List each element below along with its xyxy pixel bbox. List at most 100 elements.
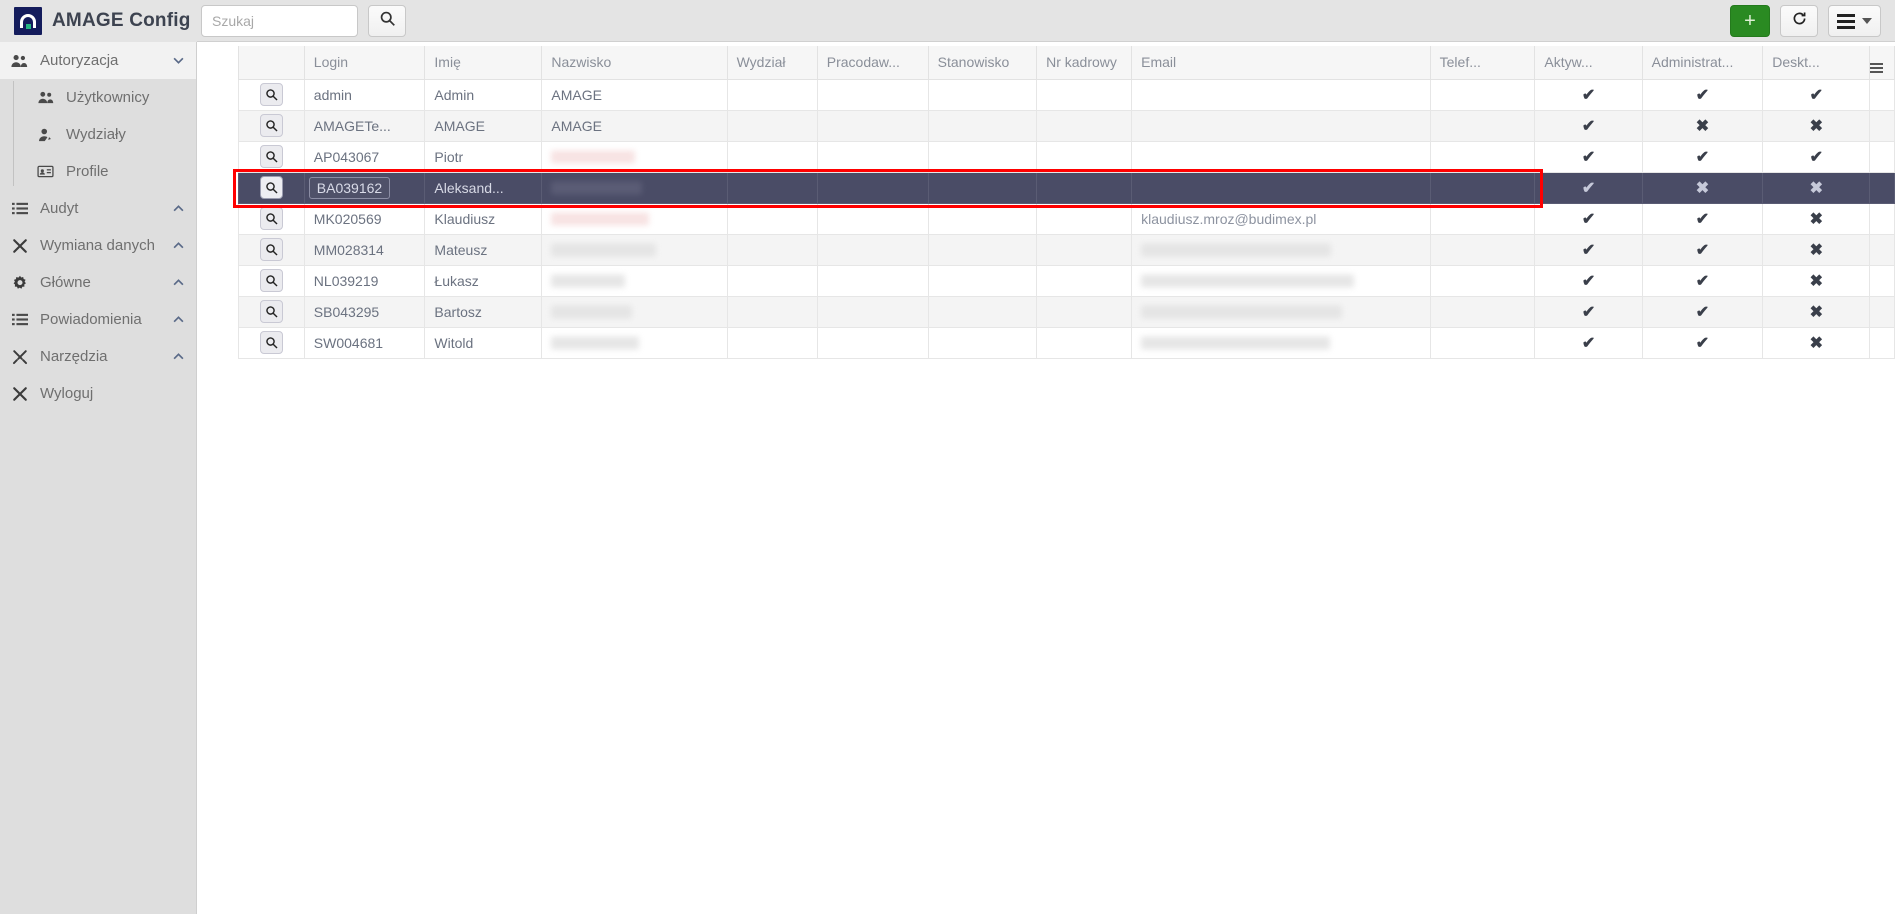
row-detail-cell[interactable]	[239, 110, 305, 141]
cell-administrator: ✔	[1642, 327, 1763, 358]
table-row[interactable]: SB043295Bartosz✔✔✖	[239, 296, 1895, 327]
column-chooser-button[interactable]	[1870, 46, 1895, 79]
users-icon	[10, 54, 29, 68]
check-icon: ✔	[1810, 87, 1823, 104]
search-input[interactable]	[201, 5, 358, 37]
cell-spacer	[1870, 79, 1895, 110]
row-detail-cell[interactable]	[239, 327, 305, 358]
search-magnifier-icon[interactable]	[260, 207, 283, 230]
col-email[interactable]: Email	[1132, 46, 1431, 79]
cell-telefon	[1430, 172, 1535, 203]
amage-arch-logo-icon	[14, 7, 42, 35]
sidebar-item-narzedzia[interactable]: Narzędzia	[0, 338, 196, 375]
row-detail-cell[interactable]	[239, 141, 305, 172]
col-stanowisko[interactable]: Stanowisko	[928, 46, 1036, 79]
col-administrator[interactable]: Administrat...	[1642, 46, 1763, 79]
search-magnifier-icon[interactable]	[260, 269, 283, 292]
refresh-button[interactable]	[1780, 5, 1818, 37]
sidebar-item-audyt[interactable]: Audyt	[0, 190, 196, 227]
table-row[interactable]: AP043067Piotr✔✔✔	[239, 141, 1895, 172]
col-wydzial[interactable]: Wydział	[727, 46, 817, 79]
check-icon: ✔	[1810, 149, 1823, 166]
table-row[interactable]: adminAdminAMAGE✔✔✔	[239, 79, 1895, 110]
search-button[interactable]	[368, 5, 406, 37]
search-magnifier-icon[interactable]	[260, 114, 283, 137]
row-detail-cell[interactable]	[239, 172, 305, 203]
check-icon: ✔	[1582, 149, 1595, 166]
cell-stanowisko	[928, 110, 1036, 141]
row-detail-cell[interactable]	[239, 203, 305, 234]
sidebar-item-profile[interactable]: Profile	[26, 153, 196, 190]
cell-nr-kadrowy	[1037, 296, 1132, 327]
search-magnifier-icon[interactable]	[260, 176, 283, 199]
search-magnifier-icon[interactable]	[260, 238, 283, 261]
cross-icon: ✖	[1810, 242, 1823, 259]
col-pracodawca[interactable]: Pracodaw...	[817, 46, 928, 79]
col-aktywny[interactable]: Aktyw...	[1535, 46, 1642, 79]
sidebar-item-autoryzacja[interactable]: Autoryzacja	[0, 42, 196, 79]
cell-aktywny: ✔	[1535, 296, 1642, 327]
cell-telefon	[1430, 141, 1535, 172]
cell-email-wrap	[1132, 234, 1431, 265]
sidebar-subitem-label: Wydziały	[66, 126, 126, 143]
col-imie[interactable]: Imię	[425, 46, 542, 79]
user-edit-icon	[36, 128, 55, 142]
row-detail-cell[interactable]	[239, 234, 305, 265]
cross-icon: ✖	[1696, 118, 1709, 135]
sidebar-item-wydzialy[interactable]: Wydziały	[26, 116, 196, 153]
cell-stanowisko	[928, 296, 1036, 327]
cell-login-wrap: admin	[304, 79, 425, 110]
app-root: AMAGE Config +	[0, 0, 1895, 914]
col-nr-kadrowy[interactable]: Nr kadrowy	[1037, 46, 1132, 79]
sidebar-item-wyloguj[interactable]: Wyloguj	[0, 375, 196, 412]
cell-administrator: ✔	[1642, 79, 1763, 110]
cell-wydzial	[727, 172, 817, 203]
cell-nr-kadrowy	[1037, 265, 1132, 296]
cell-pracodawca	[817, 296, 928, 327]
col-nazwisko[interactable]: Nazwisko	[542, 46, 727, 79]
search-magnifier-icon[interactable]	[260, 331, 283, 354]
search-magnifier-icon[interactable]	[260, 145, 283, 168]
check-icon: ✔	[1582, 242, 1595, 259]
cell-aktywny: ✔	[1535, 265, 1642, 296]
sidebar-item-uzytkownicy[interactable]: Użytkownicy	[26, 79, 196, 116]
table-row[interactable]: SW004681Witold✔✔✖	[239, 327, 1895, 358]
search-magnifier-icon[interactable]	[260, 83, 283, 106]
cell-spacer	[1870, 203, 1895, 234]
col-action[interactable]	[239, 46, 305, 79]
check-icon: ✔	[1696, 273, 1709, 290]
cell-administrator: ✖	[1642, 110, 1763, 141]
cell-email: klaudiusz.mroz@budimex.pl	[1141, 211, 1316, 227]
table-header-row: Login Imię Nazwisko Wydział Pracodaw... …	[239, 46, 1895, 79]
row-detail-cell[interactable]	[239, 79, 305, 110]
check-icon: ✔	[1696, 87, 1709, 104]
table-row[interactable]: MM028314Mateusz✔✔✖	[239, 234, 1895, 265]
row-detail-cell[interactable]	[239, 265, 305, 296]
col-desktop[interactable]: Deskt...	[1763, 46, 1870, 79]
col-telefon[interactable]: Telef...	[1430, 46, 1535, 79]
add-button[interactable]: +	[1730, 5, 1770, 37]
table-row[interactable]: AMAGETe...AMAGEAMAGE✔✖✖	[239, 110, 1895, 141]
check-icon: ✔	[1696, 242, 1709, 259]
cell-spacer	[1870, 141, 1895, 172]
chevron-up-icon	[172, 279, 184, 286]
sidebar-item-glowne[interactable]: Główne	[0, 264, 196, 301]
sidebar-item-wymiana-danych[interactable]: Wymiana danych	[0, 227, 196, 264]
cell-login: AP043067	[314, 149, 379, 165]
sidebar-item-powiadomienia[interactable]: Powiadomienia	[0, 301, 196, 338]
row-detail-cell[interactable]	[239, 296, 305, 327]
col-login[interactable]: Login	[304, 46, 425, 79]
search-magnifier-icon[interactable]	[260, 300, 283, 323]
users-table: Login Imię Nazwisko Wydział Pracodaw... …	[238, 46, 1895, 359]
table-row[interactable]: BA039162Aleksand...✔✖✖	[239, 172, 1895, 203]
table-row[interactable]: MK020569Klaudiuszklaudiusz.mroz@budimex.…	[239, 203, 1895, 234]
cell-nr-kadrowy	[1037, 141, 1132, 172]
cell-spacer	[1870, 296, 1895, 327]
chevron-down-icon	[172, 57, 184, 64]
table-row[interactable]: NL039219Łukasz✔✔✖	[239, 265, 1895, 296]
cell-administrator: ✔	[1642, 234, 1763, 265]
main-menu-button[interactable]	[1828, 5, 1881, 37]
cell-nazwisko-wrap	[542, 296, 727, 327]
cell-login-wrap: MM028314	[304, 234, 425, 265]
check-icon: ✔	[1696, 304, 1709, 321]
